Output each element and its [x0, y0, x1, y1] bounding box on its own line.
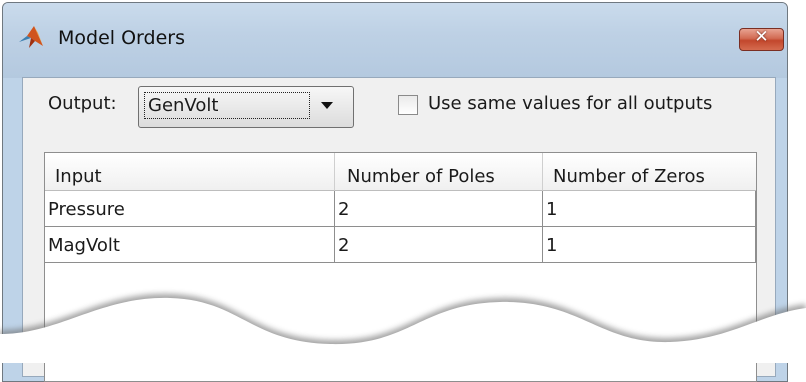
- close-icon: ✕: [754, 27, 769, 47]
- table-cell-poles[interactable]: 2: [335, 227, 543, 263]
- column-header-poles[interactable]: Number of Poles: [335, 153, 543, 191]
- same-values-label[interactable]: Use same values for all outputs: [428, 93, 712, 114]
- window-title: Model Orders: [58, 27, 185, 49]
- model-orders-window: Model Orders ✕ Output: GenVolt Use same …: [0, 0, 806, 382]
- torn-edge-overlay: [0, 293, 806, 363]
- same-values-checkbox[interactable]: [398, 95, 418, 115]
- close-button[interactable]: ✕: [739, 27, 784, 51]
- output-dropdown-value: GenVolt: [144, 92, 310, 119]
- title-bar[interactable]: Model Orders ✕: [3, 3, 787, 78]
- output-label: Output:: [48, 93, 117, 114]
- chevron-down-icon: [321, 102, 333, 109]
- table-cell-input: MagVolt: [45, 227, 335, 263]
- table-cell-input: Pressure: [45, 191, 335, 227]
- table-cell-zeros[interactable]: 1: [543, 191, 756, 227]
- matlab-logo-icon: [19, 26, 43, 48]
- table-cell-poles[interactable]: 2: [335, 191, 543, 227]
- output-dropdown[interactable]: GenVolt: [138, 86, 354, 128]
- table-cell-zeros[interactable]: 1: [543, 227, 756, 263]
- column-header-zeros[interactable]: Number of Zeros: [543, 153, 756, 191]
- column-header-input[interactable]: Input: [45, 153, 335, 191]
